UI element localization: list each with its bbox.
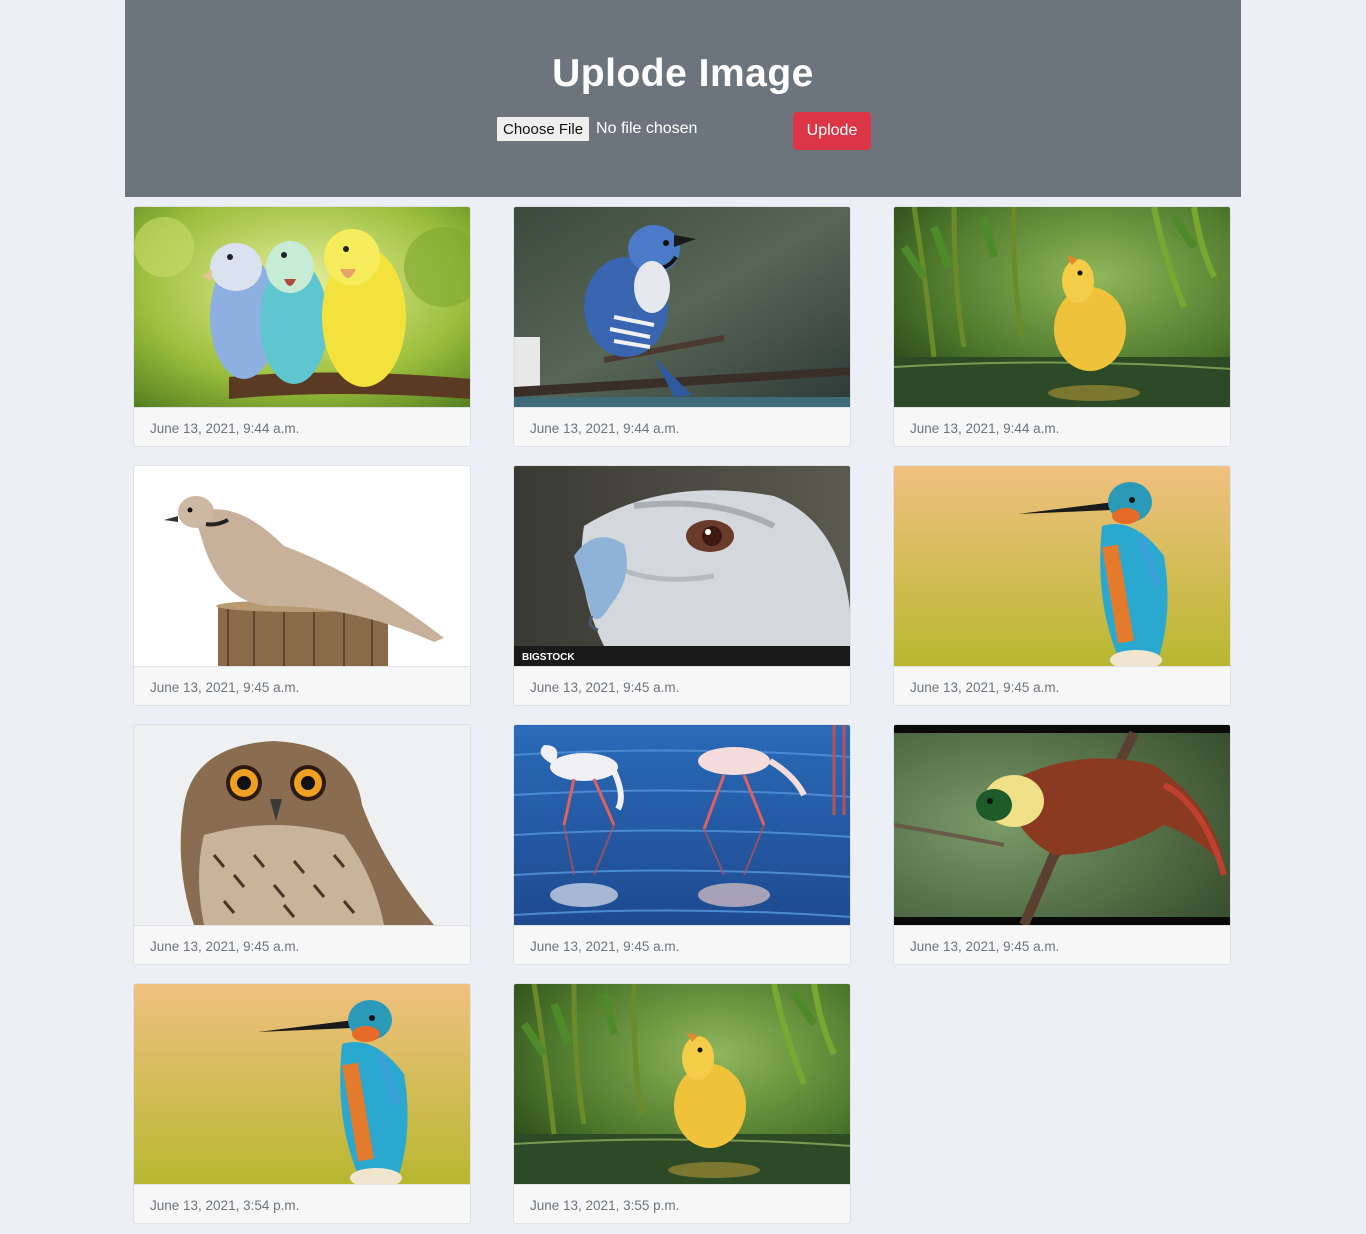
page-title: Uplode Image [552,52,814,95]
stock-watermark: BIGSTOCK [522,652,575,663]
card-footer: June 13, 2021, 9:44 a.m. [894,407,1230,446]
upload-date: June 13, 2021, 9:45 a.m. [530,680,680,695]
bird-photo[interactable]: BIGSTOCK [514,466,850,666]
image-card[interactable]: June 13, 2021, 9:45 a.m. [513,724,851,965]
bird-photo[interactable] [894,207,1230,407]
image-card[interactable]: June 13, 2021, 9:45 a.m. [893,724,1231,965]
card-footer: June 13, 2021, 9:45 a.m. [134,666,470,705]
upload-date: June 13, 2021, 9:45 a.m. [150,680,300,695]
bird-photo[interactable] [134,984,470,1184]
card-footer: June 13, 2021, 9:45 a.m. [514,666,850,705]
bird-photo[interactable] [514,207,850,407]
image-card[interactable]: BIGSTOCK June 13, 2021, 9:45 a.m. [513,465,851,706]
upload-date: June 13, 2021, 9:44 a.m. [910,421,1060,436]
file-status-text: No file chosen [596,120,698,137]
upload-date: June 13, 2021, 9:45 a.m. [910,939,1060,954]
upload-button[interactable]: Uplode [793,112,871,150]
upload-date: June 13, 2021, 9:44 a.m. [150,421,300,436]
file-input[interactable]: Choose File No file chosen [496,115,697,143]
card-footer: June 13, 2021, 9:45 a.m. [134,925,470,964]
image-card[interactable]: June 13, 2021, 9:45 a.m. [893,465,1231,706]
bird-photo[interactable] [894,725,1230,925]
image-card[interactable]: June 13, 2021, 9:45 a.m. [133,465,471,706]
image-card[interactable]: June 13, 2021, 3:54 p.m. [133,983,471,1224]
bird-photo[interactable] [514,984,850,1184]
image-card[interactable]: June 13, 2021, 9:44 a.m. [513,206,851,447]
image-card[interactable]: June 13, 2021, 9:44 a.m. [893,206,1231,447]
upload-date: June 13, 2021, 9:44 a.m. [530,421,680,436]
card-footer: June 13, 2021, 9:44 a.m. [514,407,850,446]
upload-date: June 13, 2021, 9:45 a.m. [530,939,680,954]
upload-date: June 13, 2021, 3:55 p.m. [530,1198,680,1213]
image-card[interactable]: June 13, 2021, 3:55 p.m. [513,983,851,1224]
bird-photo[interactable] [134,207,470,407]
card-footer: June 13, 2021, 9:45 a.m. [894,666,1230,705]
image-card[interactable]: June 13, 2021, 9:44 a.m. [133,206,471,447]
image-card[interactable]: June 13, 2021, 9:45 a.m. [133,724,471,965]
card-footer: June 13, 2021, 9:44 a.m. [134,407,470,446]
upload-header: Uplode Image Choose File No file chosen … [125,0,1241,197]
card-footer: June 13, 2021, 9:45 a.m. [894,925,1230,964]
card-footer: June 13, 2021, 9:45 a.m. [514,925,850,964]
bird-photo[interactable] [894,466,1230,666]
card-footer: June 13, 2021, 3:55 p.m. [514,1184,850,1223]
upload-date: June 13, 2021, 9:45 a.m. [910,680,1060,695]
upload-date: June 13, 2021, 9:45 a.m. [150,939,300,954]
card-footer: June 13, 2021, 3:54 p.m. [134,1184,470,1223]
bird-photo[interactable] [514,725,850,925]
bird-photo[interactable] [134,725,470,925]
choose-file-button[interactable]: Choose File [496,116,591,142]
upload-date: June 13, 2021, 3:54 p.m. [150,1198,300,1213]
page-container: Uplode Image Choose File No file chosen … [125,0,1241,197]
bird-photo[interactable] [134,466,470,666]
